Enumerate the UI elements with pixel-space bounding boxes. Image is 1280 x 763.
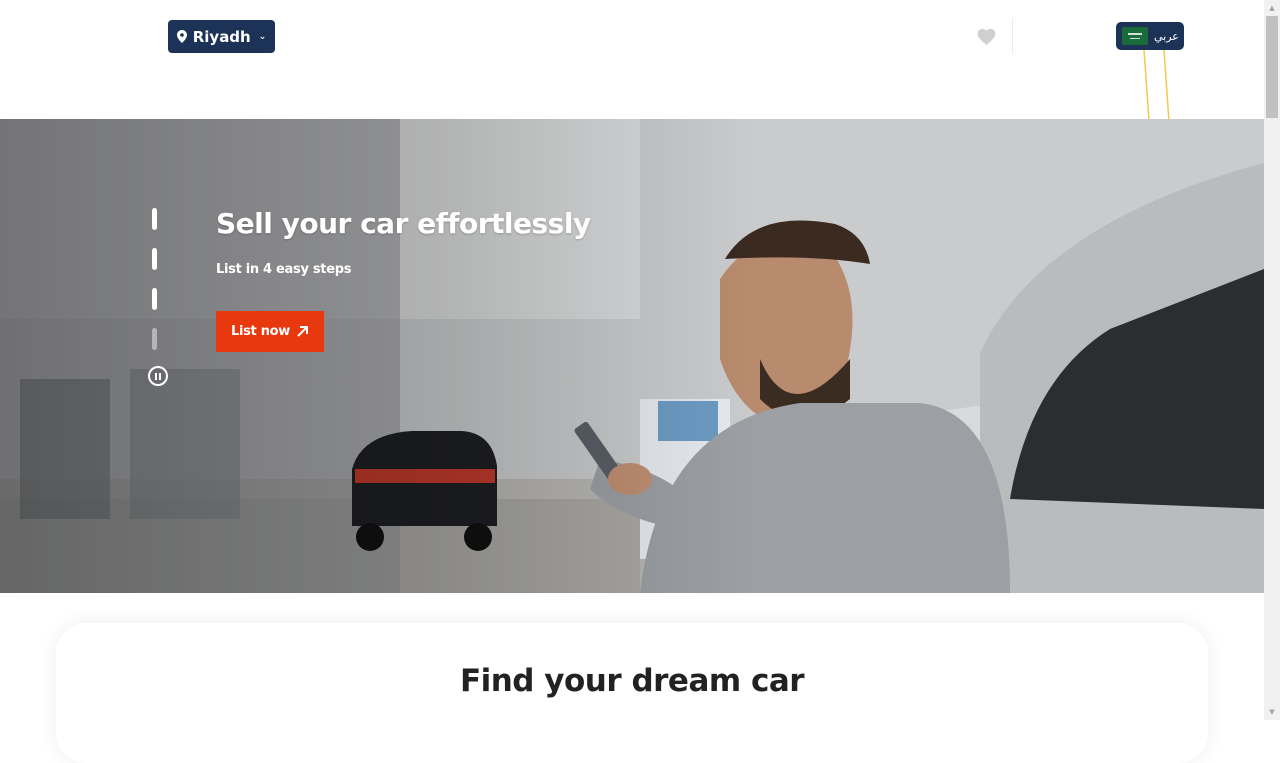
scrollbar-thumb[interactable] bbox=[1266, 16, 1278, 118]
search-card: Find your dream car bbox=[56, 623, 1208, 763]
hero-banner: Sell your car effortlessly List in 4 eas… bbox=[0, 119, 1264, 593]
slide-indicator-active[interactable] bbox=[152, 328, 157, 350]
slide-indicators bbox=[152, 208, 158, 350]
hero-overlay bbox=[0, 119, 1264, 593]
hero-subtitle: List in 4 easy steps bbox=[216, 262, 352, 277]
language-label: عربي bbox=[1154, 29, 1179, 43]
hero-title: Sell your car effortlessly bbox=[216, 207, 591, 240]
pause-icon[interactable] bbox=[148, 366, 168, 386]
search-title: Find your dream car bbox=[459, 663, 805, 699]
header-divider bbox=[1012, 18, 1013, 54]
slide-indicator[interactable] bbox=[152, 208, 157, 230]
scroll-up-arrow[interactable]: ▲ bbox=[1264, 0, 1280, 16]
list-now-label: List now bbox=[230, 324, 290, 339]
language-switch-button[interactable]: عربي bbox=[1116, 22, 1184, 50]
site-header: Riyadh ⌄ عربي bbox=[0, 0, 1264, 165]
list-now-button[interactable]: List now bbox=[216, 311, 324, 352]
scroll-down-arrow[interactable]: ▼ bbox=[1264, 704, 1280, 720]
saudi-flag-icon bbox=[1122, 27, 1148, 45]
city-label: Riyadh bbox=[192, 27, 251, 46]
map-pin-icon bbox=[176, 30, 187, 43]
slide-indicator[interactable] bbox=[152, 248, 157, 270]
chevron-down-icon: ⌄ bbox=[258, 31, 267, 42]
city-selector-button[interactable]: Riyadh ⌄ bbox=[168, 20, 275, 53]
arrow-up-right-icon bbox=[296, 325, 309, 338]
heart-icon[interactable] bbox=[976, 26, 997, 46]
slide-indicator[interactable] bbox=[152, 288, 157, 310]
